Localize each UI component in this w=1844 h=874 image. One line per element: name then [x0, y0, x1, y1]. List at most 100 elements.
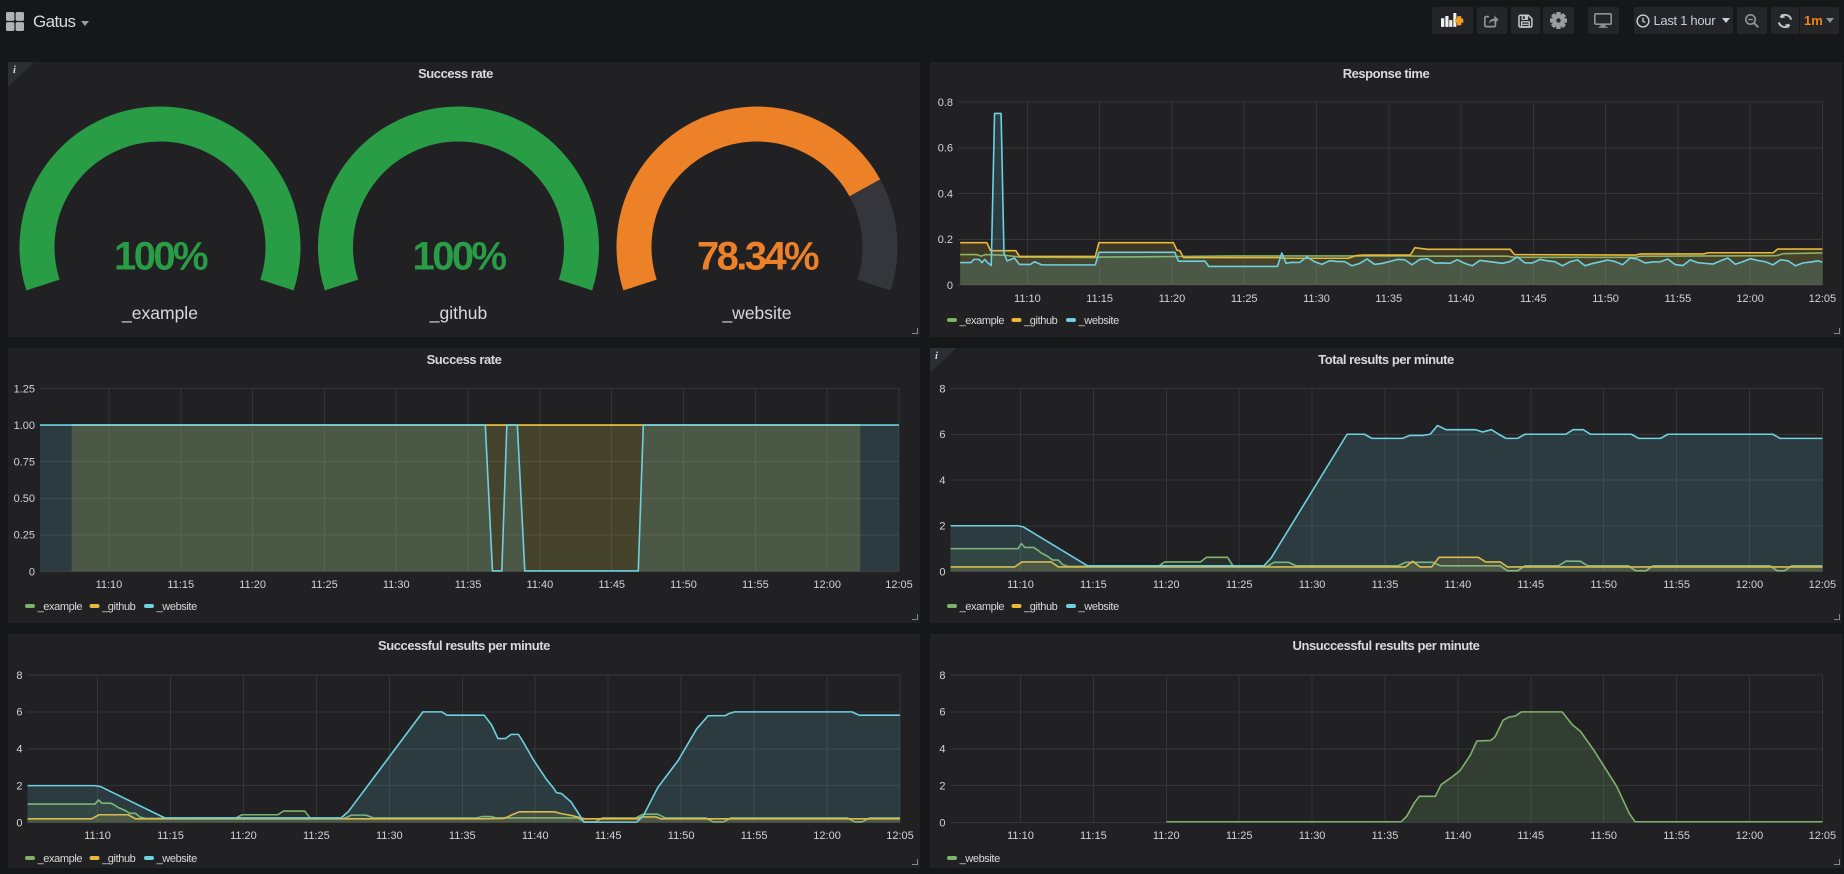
svg-text:100%: 100% [114, 235, 208, 279]
svg-text:12:00: 12:00 [813, 830, 841, 842]
svg-text:12:05: 12:05 [886, 830, 914, 842]
svg-text:_example: _example [121, 303, 198, 324]
svg-text:11:10: 11:10 [96, 579, 123, 591]
svg-text:11:35: 11:35 [449, 830, 476, 842]
svg-text:12:00: 12:00 [1736, 830, 1764, 842]
svg-text:1.25: 1.25 [14, 383, 35, 395]
svg-text:11:45: 11:45 [598, 579, 625, 591]
svg-text:12:00: 12:00 [1736, 579, 1764, 591]
svg-text:11:35: 11:35 [455, 579, 482, 591]
svg-text:11:10: 11:10 [1007, 579, 1034, 591]
svg-text:11:20: 11:20 [1153, 579, 1180, 591]
svg-text:11:45: 11:45 [1517, 579, 1544, 591]
svg-text:4: 4 [939, 744, 945, 756]
svg-text:_website: _website [721, 303, 791, 324]
svg-text:11:15: 11:15 [167, 579, 194, 591]
svg-text:11:30: 11:30 [383, 579, 410, 591]
svg-text:11:35: 11:35 [1372, 830, 1399, 842]
svg-text:11:30: 11:30 [1303, 293, 1330, 305]
svg-text:11:30: 11:30 [1299, 830, 1326, 842]
svg-text:_github: _github [101, 853, 136, 865]
svg-text:11:50: 11:50 [670, 579, 697, 591]
svg-text:_example: _example [37, 853, 83, 865]
svg-text:11:40: 11:40 [1445, 830, 1472, 842]
svg-text:11:10: 11:10 [1007, 830, 1034, 842]
svg-text:11:25: 11:25 [1226, 830, 1253, 842]
svg-text:2: 2 [939, 521, 945, 533]
svg-text:11:40: 11:40 [522, 830, 549, 842]
svg-text:11:30: 11:30 [376, 830, 403, 842]
svg-text:11:20: 11:20 [1159, 293, 1186, 305]
svg-text:11:45: 11:45 [1517, 830, 1544, 842]
svg-text:4: 4 [16, 744, 22, 756]
svg-text:_github: _github [1023, 315, 1058, 327]
svg-text:11:55: 11:55 [1663, 830, 1690, 842]
svg-text:0.25: 0.25 [14, 530, 35, 542]
svg-text:_example: _example [37, 601, 83, 613]
svg-text:11:25: 11:25 [303, 830, 330, 842]
svg-text:11:50: 11:50 [1590, 830, 1617, 842]
svg-text:_example: _example [959, 601, 1005, 613]
svg-text:8: 8 [939, 383, 945, 395]
svg-text:_website: _website [959, 853, 1000, 865]
svg-text:11:55: 11:55 [1663, 579, 1690, 591]
svg-text:0: 0 [947, 280, 953, 292]
svg-text:12:05: 12:05 [1809, 579, 1837, 591]
svg-text:6: 6 [939, 707, 945, 719]
svg-text:0: 0 [939, 566, 945, 578]
svg-text:11:35: 11:35 [1375, 293, 1402, 305]
svg-text:0.6: 0.6 [938, 143, 953, 155]
svg-text:11:50: 11:50 [1590, 579, 1617, 591]
svg-text:8: 8 [939, 670, 945, 682]
svg-text:6: 6 [16, 707, 22, 719]
svg-text:_website: _website [156, 601, 197, 613]
svg-text:0: 0 [29, 566, 35, 578]
svg-text:_website: _website [156, 853, 197, 865]
svg-text:0.75: 0.75 [14, 457, 35, 469]
svg-text:12:00: 12:00 [813, 579, 841, 591]
svg-text:12:05: 12:05 [1809, 293, 1837, 305]
svg-text:_website: _website [1078, 315, 1119, 327]
svg-text:78.34%: 78.34% [697, 235, 819, 279]
svg-text:_github: _github [429, 303, 487, 324]
svg-text:11:55: 11:55 [1664, 293, 1691, 305]
svg-text:2: 2 [939, 780, 945, 792]
svg-text:0: 0 [939, 817, 945, 829]
svg-text:11:45: 11:45 [595, 830, 622, 842]
svg-text:_example: _example [959, 315, 1005, 327]
svg-text:0: 0 [16, 817, 22, 829]
svg-text:11:20: 11:20 [239, 579, 266, 591]
svg-text:6: 6 [939, 429, 945, 441]
svg-text:11:15: 11:15 [1080, 830, 1107, 842]
svg-text:11:40: 11:40 [1448, 293, 1475, 305]
svg-text:11:40: 11:40 [1445, 579, 1472, 591]
svg-text:11:15: 11:15 [1086, 293, 1113, 305]
svg-text:11:15: 11:15 [1080, 579, 1107, 591]
svg-text:11:15: 11:15 [157, 830, 184, 842]
svg-text:11:50: 11:50 [668, 830, 695, 842]
svg-text:11:25: 11:25 [1231, 293, 1258, 305]
svg-text:11:25: 11:25 [311, 579, 338, 591]
svg-text:0.8: 0.8 [938, 97, 953, 109]
svg-text:11:30: 11:30 [1299, 579, 1326, 591]
svg-text:1.00: 1.00 [14, 420, 35, 432]
svg-text:2: 2 [16, 780, 22, 792]
svg-text:8: 8 [16, 670, 22, 682]
svg-text:11:20: 11:20 [1153, 830, 1180, 842]
svg-text:11:45: 11:45 [1520, 293, 1547, 305]
svg-text:0.2: 0.2 [938, 234, 953, 246]
svg-text:_github: _github [1023, 601, 1058, 613]
svg-text:11:10: 11:10 [1014, 293, 1041, 305]
svg-text:12:00: 12:00 [1736, 293, 1764, 305]
svg-text:_website: _website [1078, 601, 1119, 613]
svg-text:12:05: 12:05 [1809, 830, 1837, 842]
svg-text:11:40: 11:40 [527, 579, 554, 591]
svg-text:4: 4 [939, 475, 945, 487]
svg-text:0.50: 0.50 [14, 493, 35, 505]
svg-text:100%: 100% [413, 235, 507, 279]
svg-text:11:55: 11:55 [742, 579, 769, 591]
svg-text:11:20: 11:20 [230, 830, 257, 842]
svg-text:11:35: 11:35 [1372, 579, 1399, 591]
svg-text:11:25: 11:25 [1226, 579, 1253, 591]
svg-text:0.4: 0.4 [938, 188, 953, 200]
